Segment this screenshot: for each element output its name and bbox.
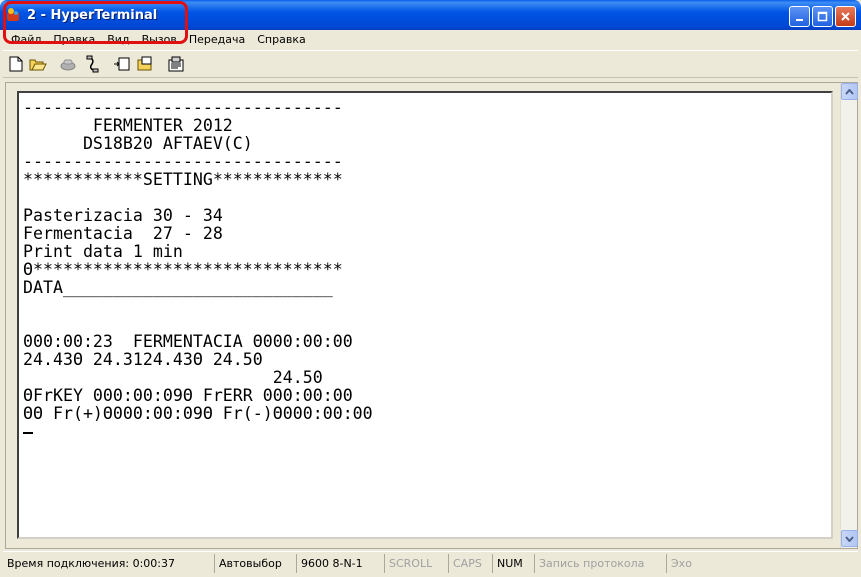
arrow-down-icon: [845, 535, 854, 542]
terminal-line: Print data 1 min: [23, 242, 183, 261]
terminal-line: Pasterizacia 30 - 34: [23, 206, 223, 225]
disconnect-icon: [60, 59, 76, 71]
terminal-line: FERMENTER 2012: [23, 116, 233, 135]
close-icon: [841, 12, 850, 21]
terminal-line: DATA___________________________: [23, 278, 333, 297]
open-button[interactable]: [29, 55, 47, 73]
terminal-line: DS18B20 AFTAEV(C): [23, 134, 253, 153]
receive-icon: [137, 56, 152, 71]
terminal-line: 24.43Θ 24.3124.43Θ 24.50: [23, 350, 263, 369]
status-capture: Запись протокола: [535, 553, 667, 573]
menu-transfer[interactable]: Передача: [183, 33, 251, 46]
status-bar: Время подключения: 0:00:37 Автовыбор 960…: [3, 551, 858, 574]
status-scroll: SCROLL: [385, 553, 449, 573]
arrow-up-icon: [845, 88, 854, 95]
menu-help[interactable]: Справка: [251, 33, 311, 46]
menu-file[interactable]: Файл: [5, 33, 47, 46]
terminal-output: -------------------------------- FERMENT…: [23, 99, 373, 441]
minimize-button[interactable]: [789, 6, 810, 27]
terminal-line: --------------------------------: [23, 98, 343, 117]
properties-icon: [168, 56, 184, 72]
status-port-settings: 9600 8-N-1: [297, 553, 385, 573]
window-title: 2 - HyperTerminal: [27, 8, 158, 23]
status-echo: Эхо: [671, 556, 692, 570]
terminal-line: ΘΘ Fr(+)Θ000:00:09Θ Fr(-)Θ000:00:00: [23, 404, 373, 423]
terminal-line: ΘFrKEY 000:00:09Θ FrERR 000:00:00: [23, 386, 353, 405]
send-icon: [114, 57, 130, 71]
scroll-down-button[interactable]: [841, 530, 858, 547]
terminal-line: 000:00:23 FERMENTACIA Θ000:00:00: [23, 332, 353, 351]
title-bar[interactable]: 2 - HyperTerminal: [0, 0, 861, 30]
terminal-line: ************SETTING*************: [23, 170, 343, 189]
menu-call[interactable]: Вызов: [136, 33, 183, 46]
menu-edit[interactable]: Правка: [47, 33, 101, 46]
scroll-up-button[interactable]: [841, 83, 858, 100]
terminal-screen[interactable]: -------------------------------- FERMENT…: [17, 91, 833, 539]
status-caps: CAPS: [449, 553, 493, 573]
hyperterminal-icon: [7, 8, 19, 21]
terminal-line: Fermentacia 27 - 28: [23, 224, 223, 243]
vertical-scrollbar[interactable]: [840, 83, 858, 548]
terminal-line: 24.50: [23, 368, 323, 387]
toolbar: [3, 50, 858, 78]
maximize-button[interactable]: [812, 6, 833, 27]
maximize-icon: [817, 11, 828, 22]
status-num: NUM: [493, 553, 535, 573]
terminal-frame: -------------------------------- FERMENT…: [5, 82, 858, 549]
minimize-icon: [796, 19, 803, 21]
new-icon: [9, 56, 23, 72]
terminal-line: Θ*******************************: [23, 260, 343, 279]
open-icon: [29, 59, 47, 71]
properties-button[interactable]: [168, 55, 186, 73]
status-connection-time: Время подключения: 0:00:37: [3, 553, 215, 573]
close-button[interactable]: [835, 6, 856, 27]
connect-icon: [86, 55, 99, 73]
send-button[interactable]: [113, 55, 131, 73]
menu-view[interactable]: Вид: [101, 33, 135, 46]
text-cursor: [23, 431, 33, 434]
status-detect: Автовыбор: [215, 553, 297, 573]
receive-button[interactable]: [137, 55, 155, 73]
disconnect-button[interactable]: [59, 55, 77, 73]
connect-button[interactable]: [83, 55, 101, 73]
menu-bar: Файл Правка Вид Вызов Передача Справка: [3, 30, 858, 49]
terminal-line: --------------------------------: [23, 152, 343, 171]
new-button[interactable]: [7, 55, 25, 73]
